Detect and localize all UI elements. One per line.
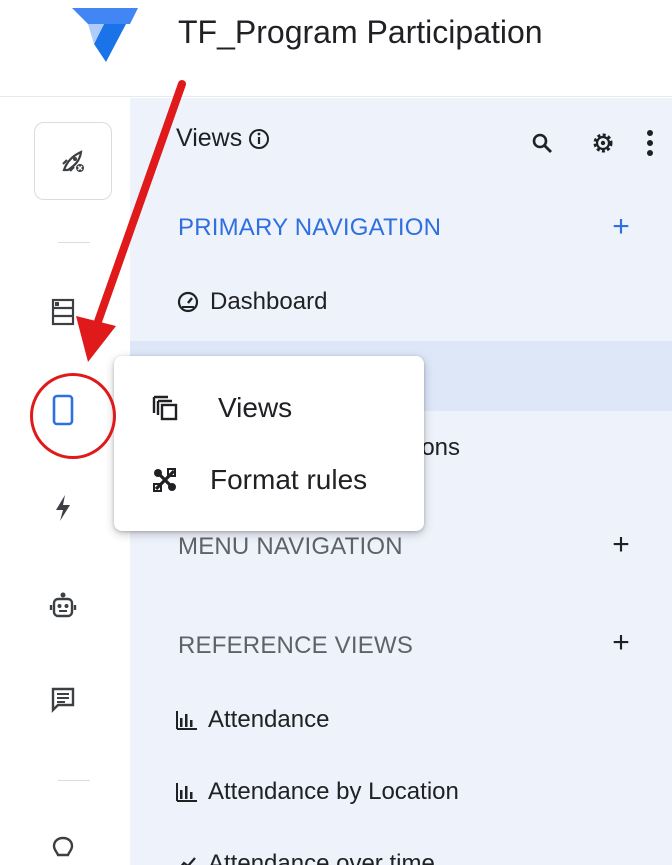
rail-divider [58, 780, 90, 781]
ideas-button[interactable] [45, 832, 81, 865]
add-primary-view-button[interactable]: + [606, 212, 636, 242]
menu-item-views[interactable]: Views [114, 378, 424, 438]
bar-chart-icon [176, 783, 197, 802]
nav-item-label: Dashboard [210, 288, 328, 315]
more-button[interactable] [638, 128, 662, 158]
dashboard-gauge-icon [177, 291, 199, 313]
robot-icon [49, 592, 77, 618]
primary-navigation-header: PRIMARY NAVIGATION [178, 214, 442, 241]
appsheet-logo-icon[interactable] [70, 4, 140, 62]
bots-button[interactable] [45, 588, 81, 624]
nav-item-label: Attendance over time [208, 850, 435, 865]
lightning-icon [56, 495, 70, 521]
panel-title: Views [176, 124, 270, 153]
add-reference-view-button[interactable]: + [606, 628, 636, 658]
menu-item-format-rules[interactable]: Format rules [114, 450, 424, 510]
menu-item-label: Format rules [210, 464, 368, 495]
panel-title-text: Views [176, 124, 243, 152]
menu-navigation-header: MENU NAVIGATION [178, 533, 403, 560]
rocket-icon [62, 150, 84, 172]
format-rules-icon [148, 463, 182, 497]
app-title: TF_Program Participation [178, 14, 543, 50]
copy-views-icon [148, 391, 182, 425]
nav-item-attendance[interactable]: Attendance [176, 706, 329, 734]
launch-button[interactable] [34, 122, 112, 200]
reference-views-header: REFERENCE VIEWS [178, 632, 414, 659]
left-rail [0, 98, 130, 865]
add-menu-view-button[interactable]: + [606, 530, 636, 560]
lightbulb-icon [52, 836, 74, 857]
settings-button[interactable] [588, 128, 618, 158]
search-icon [532, 133, 552, 153]
bar-chart-icon [176, 711, 197, 730]
data-table-icon [51, 298, 75, 326]
rail-divider [58, 242, 90, 243]
menu-item-label: Views [218, 392, 293, 423]
chat-button[interactable] [45, 682, 81, 718]
nav-item-dashboard[interactable]: Dashboard [176, 288, 327, 316]
app-header: TF_Program Participation [0, 0, 672, 97]
chat-icon [51, 687, 75, 713]
nav-item-label: Attendance by Location [208, 778, 459, 805]
search-button[interactable] [527, 128, 557, 158]
line-chart-icon [180, 857, 196, 865]
nav-item-attendance-by-location[interactable]: Attendance by Location [176, 778, 459, 806]
app-views-flyout-menu: Views Format rules [114, 356, 424, 531]
annotation-highlight-circle [30, 373, 116, 459]
data-button[interactable] [45, 294, 81, 330]
nav-item-label: Attendance [208, 706, 330, 733]
info-icon[interactable] [248, 128, 270, 150]
gear-icon [593, 133, 613, 153]
more-vert-icon [647, 130, 653, 156]
nav-item-attendance-over-time[interactable]: Attendance over time [176, 850, 435, 865]
automation-button[interactable] [45, 490, 81, 526]
